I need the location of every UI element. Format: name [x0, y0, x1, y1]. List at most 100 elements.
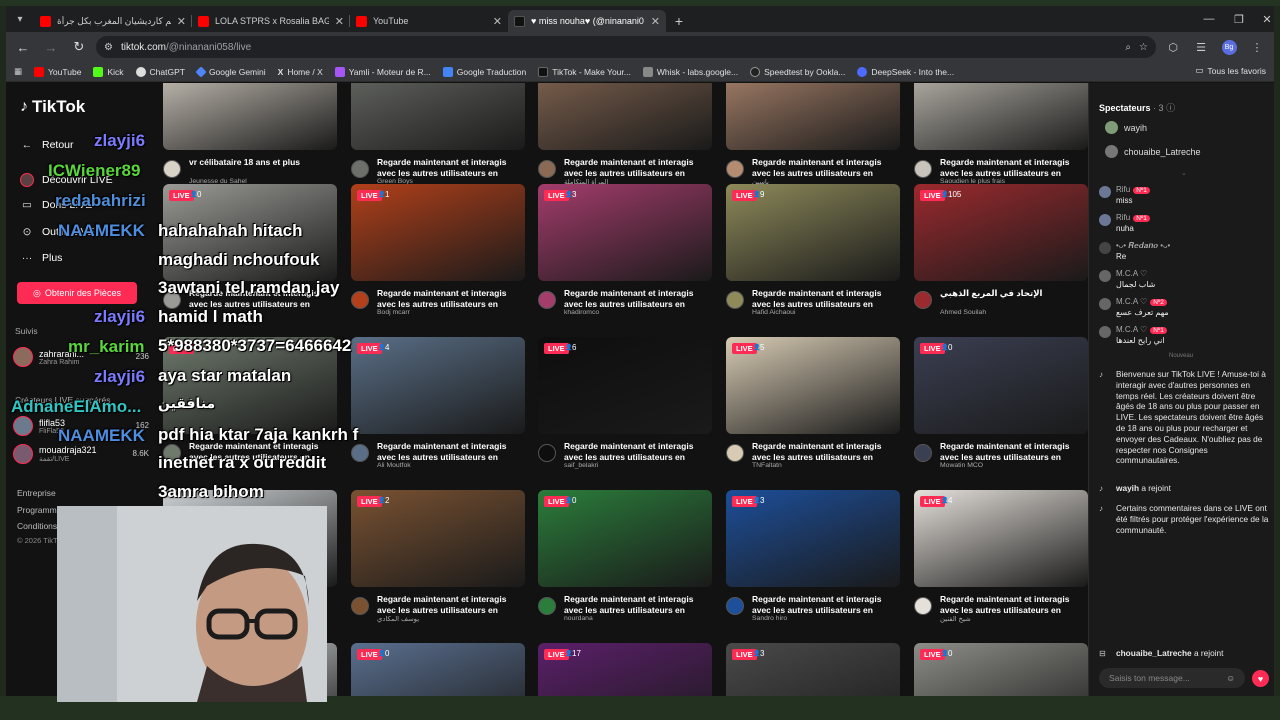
suggested-account[interactable]: flifla53 FliFla53 162 — [13, 416, 149, 436]
bookmark-whisk[interactable]: Whisk - labs.google... — [642, 66, 738, 77]
avatar[interactable] — [538, 291, 556, 309]
live-thumbnail[interactable]: LIVE 👤 0 — [914, 337, 1088, 434]
close-tab-icon[interactable]: ✕ — [651, 15, 660, 28]
chevron-down-icon[interactable]: ⌄ — [1181, 169, 1187, 177]
live-title[interactable]: Regarde maintenant et interagis avec les… — [752, 288, 900, 309]
star-icon[interactable]: ☆ — [1139, 42, 1148, 53]
footer-link[interactable]: Entreprise — [17, 488, 56, 498]
bookmark-kick[interactable]: Kick — [93, 66, 124, 77]
live-thumbnail[interactable] — [163, 490, 337, 587]
extensions-icon[interactable]: ⬡ — [1162, 36, 1184, 58]
bookmark-translate[interactable]: Google Traduction — [442, 66, 526, 77]
creator-name[interactable]: Ali Moutfok — [377, 462, 525, 469]
avatar[interactable] — [351, 597, 369, 615]
live-thumbnail[interactable]: LIVE 👤 0 — [351, 643, 525, 696]
live-thumbnail[interactable]: LIVE 👤 105 — [914, 184, 1088, 281]
bookmark-chatgpt[interactable]: ChatGPT — [135, 66, 185, 77]
live-thumbnail[interactable]: LIVE — [163, 337, 337, 434]
minimize-icon[interactable]: — — [1194, 6, 1224, 32]
avatar[interactable] — [538, 597, 556, 615]
bookmark-deepseek[interactable]: DeepSeek - Into the... — [857, 66, 954, 77]
followed-account[interactable]: zahrarahi... Zahra Rahim 236 — [13, 347, 149, 367]
back-arrow-icon[interactable]: ← — [12, 36, 34, 58]
live-thumbnail[interactable] — [726, 83, 900, 150]
reload-icon[interactable]: ↻ — [68, 36, 90, 58]
avatar[interactable] — [726, 597, 744, 615]
new-tab-button[interactable]: + — [666, 10, 692, 32]
avatar[interactable] — [914, 160, 932, 178]
creator-name[interactable]: Bodj mcarr — [377, 309, 525, 316]
live-title[interactable]: vr célibataire 18 ans et plus — [189, 157, 337, 178]
creator-name[interactable]: Hafid Aichaoui — [752, 309, 900, 316]
live-thumbnail[interactable]: LIVE 👤 3 — [726, 643, 900, 696]
bookmark-x[interactable]: X Home / X — [278, 67, 323, 77]
avatar[interactable] — [163, 291, 181, 309]
creator-name[interactable]: Ahmed Souilah — [940, 309, 1088, 316]
live-title[interactable]: Regarde maintenant et interagis avec les… — [564, 288, 712, 309]
avatar[interactable] — [726, 444, 744, 462]
avatar[interactable] — [351, 291, 369, 309]
close-tab-icon[interactable]: ✕ — [335, 15, 344, 28]
live-title[interactable]: Regarde maintenant et interagis avec les… — [189, 441, 337, 462]
tab-1[interactable]: كيم كارديشيان المغرب بكل جرأة... ✕ — [34, 10, 192, 32]
live-thumbnail[interactable]: LIVE 👤 0 — [163, 184, 337, 281]
live-thumbnail[interactable]: LIVE 👤 0 — [914, 643, 1088, 696]
tab-2[interactable]: LOLA STPRS x Rosalia BAGDAD ✕ — [192, 10, 350, 32]
avatar[interactable] — [351, 160, 369, 178]
live-title[interactable]: Regarde maintenant et interagis avec les… — [752, 594, 900, 615]
nav-discover-live[interactable]: Découvrir LIVE — [20, 173, 113, 187]
live-title[interactable]: Regarde maintenant et interagis avec les… — [377, 594, 525, 615]
avatar[interactable] — [914, 444, 932, 462]
live-thumbnail[interactable]: LIVE 👤 3 — [538, 184, 712, 281]
apps-icon[interactable]: ▦ — [14, 66, 22, 77]
bookmark-speedtest[interactable]: Speedtest by Ookla... — [750, 66, 845, 77]
avatar[interactable] — [163, 160, 181, 178]
creator-name[interactable]: saif_belakri — [564, 462, 712, 469]
forward-arrow-icon[interactable]: → — [40, 36, 62, 58]
avatar[interactable] — [351, 444, 369, 462]
zoom-icon[interactable]: ⌕ — [1125, 42, 1131, 53]
live-title[interactable]: Regarde maintenant et interagis avec les… — [940, 157, 1088, 178]
live-title[interactable]: Regarde maintenant et interagis avec les… — [940, 441, 1088, 462]
live-thumbnail[interactable]: LIVE 👤 4 — [914, 490, 1088, 587]
live-title[interactable]: Regarde maintenant et interagis avec les… — [189, 288, 337, 309]
live-thumbnail[interactable]: LIVE 👤 17 — [538, 643, 712, 696]
live-title[interactable]: الإتحاد في المربع الذهبي — [940, 288, 1088, 309]
live-thumbnail[interactable] — [163, 83, 337, 150]
creator-name[interactable]: khadiromco — [564, 309, 712, 316]
tab-4-active[interactable]: ♥ miss nouha♥ (@ninanani0 ✕ — [508, 10, 666, 32]
avatar[interactable] — [163, 444, 181, 462]
media-icon[interactable]: ☰ — [1190, 36, 1212, 58]
live-title[interactable]: Regarde maintenant et interagis avec les… — [940, 594, 1088, 615]
live-thumbnail[interactable] — [914, 83, 1088, 150]
live-title[interactable]: Regarde maintenant et interagis avec les… — [564, 441, 712, 462]
live-thumbnail[interactable] — [163, 643, 337, 696]
live-thumbnail[interactable]: LIVE 👤 2 — [351, 490, 525, 587]
live-title[interactable]: Regarde maintenant et interagis avec les… — [377, 157, 525, 178]
nav-live-tools[interactable]: ⊙ Outils LIVE — [20, 226, 95, 238]
avatar[interactable] — [726, 291, 744, 309]
live-title[interactable]: Regarde maintenant et interagis avec les… — [377, 288, 525, 309]
live-thumbnail[interactable]: LIVE 👤 0 — [538, 490, 712, 587]
all-bookmarks-folder[interactable]: ▭ Tous les favoris — [1195, 65, 1266, 76]
like-button[interactable]: ♥ — [1252, 670, 1269, 687]
live-thumbnail[interactable] — [351, 83, 525, 150]
menu-icon[interactable]: ⋮ — [1246, 36, 1268, 58]
live-thumbnail[interactable]: LIVE 👤 3 — [726, 490, 900, 587]
info-icon[interactable]: ⓘ — [1166, 103, 1175, 113]
live-thumbnail[interactable]: LIVE 👤 4 — [351, 337, 525, 434]
spectator-item[interactable]: wayih — [1105, 121, 1147, 134]
footer-link[interactable]: Programme — [17, 505, 61, 515]
creator-name[interactable]: يوسف المكادي — [377, 615, 525, 623]
address-bar[interactable]: ⚙ tiktok.com/@ninanani058/live ⌕ ☆ — [96, 36, 1156, 58]
live-title[interactable]: Regarde maintenant et interagis avec les… — [752, 441, 900, 462]
live-title[interactable]: Regarde maintenant et interagis avec les… — [377, 441, 525, 462]
close-tab-icon[interactable]: ✕ — [177, 15, 186, 28]
nav-more[interactable]: ··· Plus — [20, 252, 63, 264]
back-link[interactable]: ← Retour — [20, 139, 74, 151]
avatar[interactable] — [914, 597, 932, 615]
close-tab-icon[interactable]: ✕ — [493, 15, 502, 28]
tab-3[interactable]: YouTube ✕ — [350, 10, 508, 32]
creator-name[interactable]: nourdana — [564, 615, 712, 622]
footer-link[interactable]: Conditions — [17, 521, 57, 531]
